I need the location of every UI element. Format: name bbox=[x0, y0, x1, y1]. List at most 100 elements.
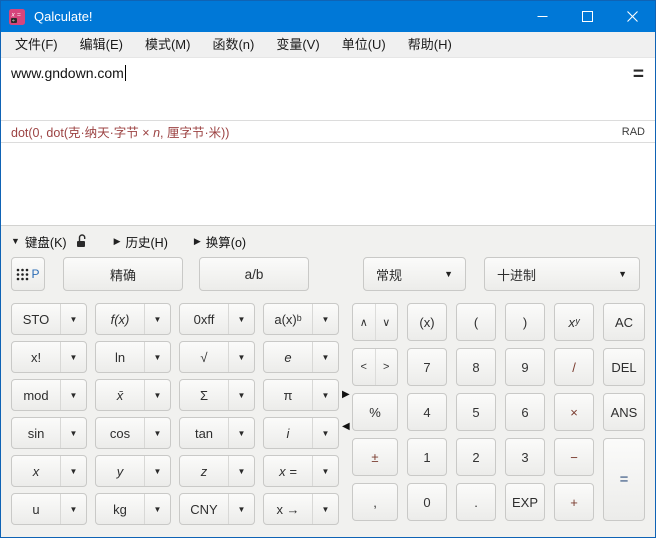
menu-functions[interactable]: 函数(n) bbox=[201, 32, 265, 57]
key-plus-minus[interactable]: ± bbox=[352, 438, 398, 476]
menu-edit[interactable]: 编辑(E) bbox=[69, 32, 134, 57]
key-i-dropdown[interactable]: ▼ bbox=[313, 418, 338, 448]
key-digit-1[interactable]: 1 bbox=[407, 438, 447, 476]
key-sqrt-dropdown[interactable]: ▼ bbox=[229, 342, 254, 372]
key-factorial[interactable]: x!▼ bbox=[11, 341, 87, 373]
key-digit-9[interactable]: 9 bbox=[505, 348, 545, 386]
expand-left-icon[interactable]: ◀ bbox=[342, 421, 350, 432]
key-var-z-dropdown[interactable]: ▼ bbox=[229, 456, 254, 486]
key-var-x-dropdown[interactable]: ▼ bbox=[61, 456, 86, 486]
fraction-mode-button[interactable]: a/b bbox=[199, 257, 309, 291]
key-mean-dropdown[interactable]: ▼ bbox=[145, 380, 170, 410]
key-sin[interactable]: sin▼ bbox=[11, 417, 87, 449]
close-button[interactable] bbox=[610, 1, 655, 32]
angle-mode-indicator[interactable]: RAD bbox=[622, 126, 645, 138]
key-ln-dropdown[interactable]: ▼ bbox=[145, 342, 170, 372]
key-digit-2[interactable]: 2 bbox=[456, 438, 496, 476]
key-var-x[interactable]: x▼ bbox=[11, 455, 87, 487]
key-percent[interactable]: % bbox=[352, 393, 398, 431]
tab-keyboard[interactable]: ▼ 键盘(K) bbox=[11, 232, 67, 251]
key-sto[interactable]: STO▼ bbox=[11, 303, 87, 335]
menu-help[interactable]: 帮助(H) bbox=[397, 32, 463, 57]
key-unit-kg[interactable]: kg▼ bbox=[95, 493, 171, 525]
key-currency-dropdown[interactable]: ▼ bbox=[229, 494, 254, 524]
key-ln[interactable]: ln▼ bbox=[95, 341, 171, 373]
expand-right-icon[interactable]: ▶ bbox=[342, 389, 350, 400]
key-smart-parens[interactable]: (x) bbox=[407, 303, 447, 341]
key-tan[interactable]: tan▼ bbox=[179, 417, 255, 449]
key-power-fn-dropdown[interactable]: ▼ bbox=[313, 304, 338, 334]
maximize-button[interactable] bbox=[565, 1, 610, 32]
key-convert-to[interactable]: x →▼ bbox=[263, 493, 339, 525]
expression-input[interactable]: www.gndown.com = bbox=[1, 58, 655, 120]
key-digit-5[interactable]: 5 bbox=[456, 393, 496, 431]
key-solve[interactable]: x =▼ bbox=[263, 455, 339, 487]
key-sqrt[interactable]: √▼ bbox=[179, 341, 255, 373]
key-digit-6[interactable]: 6 bbox=[505, 393, 545, 431]
key-solve-dropdown[interactable]: ▼ bbox=[313, 456, 338, 486]
key-del[interactable]: DEL bbox=[603, 348, 645, 386]
key-var-z[interactable]: z▼ bbox=[179, 455, 255, 487]
key-exp[interactable]: EXP bbox=[505, 483, 545, 521]
calculate-equals-button[interactable]: = bbox=[633, 64, 643, 86]
key-e-dropdown[interactable]: ▼ bbox=[313, 342, 338, 372]
exact-mode-button[interactable]: 精确 bbox=[63, 257, 183, 291]
display-mode-dropdown[interactable]: 常规 ▼ bbox=[363, 257, 466, 291]
key-sum-dropdown[interactable]: ▼ bbox=[229, 380, 254, 410]
key-open-paren[interactable]: ( bbox=[456, 303, 496, 341]
key-nav-left[interactable]: < bbox=[353, 349, 375, 385]
key-factorial-dropdown[interactable]: ▼ bbox=[61, 342, 86, 372]
programming-keypad-button[interactable]: P bbox=[11, 257, 45, 291]
history-area[interactable] bbox=[1, 143, 655, 225]
key-comma[interactable]: , bbox=[352, 483, 398, 521]
key-pi-dropdown[interactable]: ▼ bbox=[313, 380, 338, 410]
key-cos[interactable]: cos▼ bbox=[95, 417, 171, 449]
key-close-paren[interactable]: ) bbox=[505, 303, 545, 341]
key-fx-dropdown[interactable]: ▼ bbox=[145, 304, 170, 334]
menu-file[interactable]: 文件(F) bbox=[4, 32, 69, 57]
key-nav-down[interactable]: ∨ bbox=[375, 304, 398, 340]
menu-variables[interactable]: 变量(V) bbox=[265, 32, 330, 57]
key-nav-right[interactable]: > bbox=[375, 349, 398, 385]
tab-conversion[interactable]: ▶ 换算(o) bbox=[194, 232, 246, 251]
key-digit-3[interactable]: 3 bbox=[505, 438, 545, 476]
key-sum[interactable]: Σ▼ bbox=[179, 379, 255, 411]
key-mean[interactable]: x̄▼ bbox=[95, 379, 171, 411]
minimize-button[interactable] bbox=[520, 1, 565, 32]
key-sto-dropdown[interactable]: ▼ bbox=[61, 304, 86, 334]
key-minus[interactable]: − bbox=[554, 438, 594, 476]
key-nav-vertical[interactable]: ∧∨ bbox=[352, 303, 398, 341]
key-var-y[interactable]: y▼ bbox=[95, 455, 171, 487]
key-digit-7[interactable]: 7 bbox=[407, 348, 447, 386]
key-decimal-point[interactable]: . bbox=[456, 483, 496, 521]
menu-mode[interactable]: 模式(M) bbox=[134, 32, 202, 57]
key-multiply[interactable]: × bbox=[554, 393, 594, 431]
keyboard-lock-toggle[interactable] bbox=[75, 234, 88, 248]
key-power-fn[interactable]: a(x)ᵇ▼ bbox=[263, 303, 339, 335]
key-equals[interactable]: = bbox=[603, 438, 645, 521]
key-power[interactable]: xʸ bbox=[554, 303, 594, 341]
number-base-dropdown[interactable]: 十进制 ▼ bbox=[484, 257, 640, 291]
key-nav-horizontal[interactable]: <> bbox=[352, 348, 398, 386]
key-nav-up[interactable]: ∧ bbox=[353, 304, 375, 340]
key-tan-dropdown[interactable]: ▼ bbox=[229, 418, 254, 448]
key-e[interactable]: e▼ bbox=[263, 341, 339, 373]
key-pi[interactable]: π▼ bbox=[263, 379, 339, 411]
key-mod[interactable]: mod▼ bbox=[11, 379, 87, 411]
menu-units[interactable]: 单位(U) bbox=[331, 32, 397, 57]
tab-history[interactable]: ▶ 历史(H) bbox=[114, 232, 168, 251]
key-ans[interactable]: ANS bbox=[603, 393, 645, 431]
key-hex[interactable]: 0xff▼ bbox=[179, 303, 255, 335]
key-currency[interactable]: CNY▼ bbox=[179, 493, 255, 525]
key-divide[interactable]: / bbox=[554, 348, 594, 386]
key-digit-8[interactable]: 8 bbox=[456, 348, 496, 386]
key-digit-0[interactable]: 0 bbox=[407, 483, 447, 521]
key-unit-kg-dropdown[interactable]: ▼ bbox=[145, 494, 170, 524]
key-var-y-dropdown[interactable]: ▼ bbox=[145, 456, 170, 486]
key-ac[interactable]: AC bbox=[603, 303, 645, 341]
key-unit-u[interactable]: u▼ bbox=[11, 493, 87, 525]
key-convert-to-dropdown[interactable]: ▼ bbox=[313, 494, 338, 524]
key-digit-4[interactable]: 4 bbox=[407, 393, 447, 431]
key-cos-dropdown[interactable]: ▼ bbox=[145, 418, 170, 448]
key-mod-dropdown[interactable]: ▼ bbox=[61, 380, 86, 410]
